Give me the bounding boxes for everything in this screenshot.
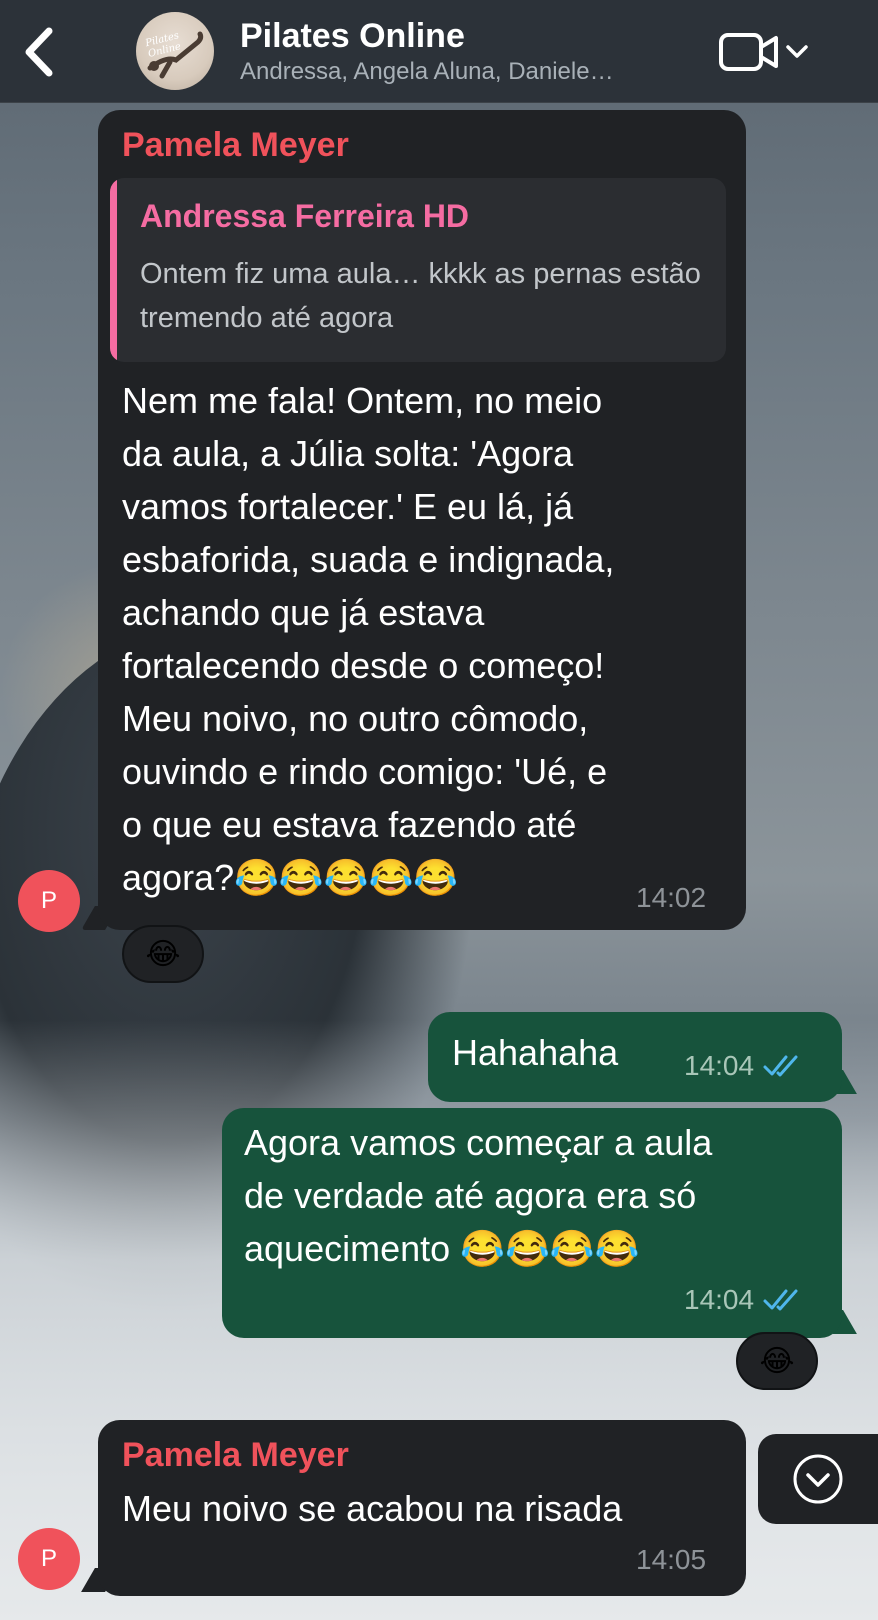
chevron-left-icon [25,27,53,77]
avatar-letter: P [40,1545,57,1572]
message-line: de verdade até agora era só [244,1175,697,1216]
chevron-down-icon [786,45,808,58]
reaction-badge[interactable]: 😂 [736,1332,818,1390]
group-title-block[interactable]: Pilates Online Andressa, Angela Aluna, D… [240,16,710,88]
back-button[interactable] [14,24,62,80]
message-bubble-outgoing[interactable]: Hahahaha 14:04 [428,1012,842,1102]
message-line: ouvindo e rindo comigo: 'Ué, e [122,751,608,792]
message-line: achando que já estava [122,592,485,633]
message-line: esbaforida, suada e indignada, [122,539,615,580]
avatar-letter: P [40,887,57,914]
group-title: Pilates Online [240,17,465,55]
message-time: 14:02 [636,882,707,913]
message-sender: Pamela Meyer [122,126,349,164]
video-camera-icon [719,33,778,71]
chevron-down-circle-icon [793,1454,843,1504]
message-line: Nem me fala! Ontem, no meio [122,380,603,421]
message-line: o que eu estava fazendo até [122,804,577,845]
double-check-icon [763,1055,798,1077]
group-members: Andressa, Angela Aluna, Daniele… [240,58,614,85]
message-text: Agora vamos começar a aula de verdade at… [244,1116,834,1275]
message-line: fortalecendo desde o começo! [122,645,605,686]
message-line: vamos fortalecer.' E eu lá, já [122,486,574,527]
message-sender: Pamela Meyer [122,1436,349,1474]
message-time: 14:05 [636,1544,707,1575]
message-time-label: 14:04 [684,1284,755,1315]
message-text: Nem me fala! Ontem, no meio da aula, a J… [122,374,742,904]
quote-accent-bar [110,178,117,362]
message-time: 14:04 [684,1050,804,1082]
reaction-emoji: 😂 [759,1343,795,1379]
message-line: Meu noivo, no outro cômodo, [122,698,589,739]
video-call-button[interactable] [718,28,818,76]
message-line: aquecimento 😂😂😂😂 [244,1228,640,1269]
message-time-label: 14:04 [684,1050,755,1081]
avatar[interactable]: P [18,870,80,932]
quoted-message[interactable]: Andressa Ferreira HD Ontem fiz uma aula…… [110,178,726,362]
message-bubble-incoming[interactable]: Pamela Meyer Meu noivo se acabou na risa… [98,1420,746,1596]
message-text: Hahahaha [452,1032,619,1073]
double-check-icon [763,1289,798,1311]
quoted-text: Ontem fiz uma aula… kkkk as pernas estão… [140,258,701,334]
message-bubble-outgoing[interactable]: Agora vamos começar a aula de verdade at… [222,1108,842,1338]
message-bubble-incoming[interactable]: Pamela Meyer Andressa Ferreira HD Ontem … [98,110,746,930]
reaction-badge[interactable]: 😂 [122,925,204,983]
avatar[interactable]: P [18,1528,80,1590]
message-line: da aula, a Júlia solta: 'Agora [122,433,574,474]
message-text: Meu noivo se acabou na risada [122,1488,623,1529]
scroll-to-bottom-button[interactable] [758,1434,878,1524]
group-avatar[interactable]: Pilates Online [136,12,214,90]
chat-header: Pilates Online Pilates Online Andressa, … [0,0,878,103]
quoted-sender: Andressa Ferreira HD [140,198,470,234]
message-time: 14:04 [684,1284,804,1316]
reaction-emoji: 😂 [145,936,181,972]
message-line: Agora vamos começar a aula [244,1122,713,1163]
